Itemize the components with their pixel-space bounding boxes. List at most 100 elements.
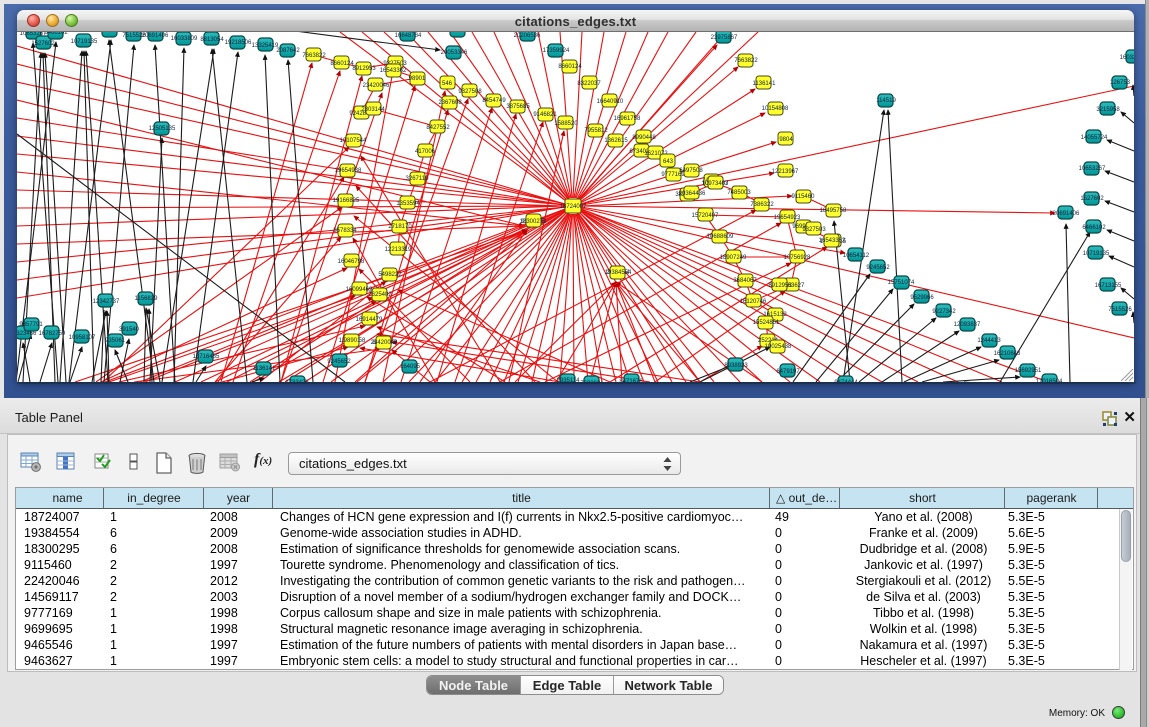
svg-text:8912953: 8912953 [768, 283, 792, 289]
svg-text:19166825: 19166825 [333, 198, 360, 204]
svg-text:8427552: 8427552 [426, 125, 450, 131]
svg-text:8660124: 8660124 [558, 64, 582, 70]
svg-text:391540: 391540 [119, 327, 140, 333]
svg-text:3215958: 3215958 [1096, 107, 1120, 113]
svg-text:16543362: 16543362 [380, 68, 407, 74]
svg-text:18907249: 18907249 [720, 255, 747, 261]
svg-text:13325419: 13325419 [252, 43, 279, 49]
svg-text:1156829: 1156829 [135, 296, 159, 302]
svg-text:1588520: 1588520 [554, 121, 578, 127]
svg-text:1244413: 1244413 [977, 338, 1001, 344]
svg-text:6466102: 6466102 [44, 32, 68, 36]
svg-text:18495758: 18495758 [820, 208, 847, 214]
svg-text:8578334: 8578334 [333, 228, 357, 234]
svg-text:16640910: 16640910 [597, 99, 624, 105]
svg-text:17359924: 17359924 [543, 48, 570, 54]
svg-text:10154808: 10154808 [762, 106, 789, 112]
svg-text:7632621: 7632621 [580, 381, 604, 382]
svg-text:9115460: 9115460 [792, 194, 816, 200]
svg-text:1362615: 1362615 [604, 138, 628, 144]
svg-text:5498222: 5498222 [378, 272, 402, 278]
svg-text:126753: 126753 [1110, 80, 1131, 86]
svg-text:7515526: 7515526 [1108, 307, 1132, 313]
svg-text:114519: 114519 [876, 98, 896, 104]
svg-text:18724007: 18724007 [560, 204, 587, 210]
svg-text:9227342: 9227342 [932, 309, 956, 315]
svg-text:3267110: 3267110 [406, 176, 430, 182]
svg-text:10025438: 10025438 [765, 344, 792, 350]
svg-text:12505135: 12505135 [149, 126, 176, 132]
svg-text:9327508: 9327508 [458, 89, 482, 95]
svg-text:14055724: 14055724 [1081, 135, 1108, 141]
svg-text:3684067: 3684067 [733, 278, 757, 284]
svg-text:1353594: 1353594 [396, 201, 420, 207]
svg-text:10688609: 10688609 [707, 234, 734, 240]
svg-text:1733426: 1733426 [285, 380, 309, 382]
svg-text:9245652: 9245652 [327, 359, 351, 365]
svg-text:6466102: 6466102 [1082, 225, 1106, 231]
svg-text:6479197: 6479197 [776, 369, 800, 375]
svg-text:10654112: 10654112 [843, 253, 870, 259]
svg-text:19218506: 19218506 [225, 40, 252, 46]
svg-text:20691406: 20691406 [142, 33, 169, 39]
svg-text:16713155: 16713155 [1095, 283, 1122, 289]
svg-text:7485003: 7485003 [727, 190, 751, 196]
svg-text:2803144: 2803144 [361, 107, 385, 113]
svg-text:8938923: 8938923 [724, 363, 748, 369]
svg-text:15692951: 15692951 [1015, 368, 1042, 374]
svg-text:6497508: 6497508 [679, 168, 703, 174]
svg-text:17016504: 17016504 [1036, 379, 1063, 382]
svg-text:10756928: 10756928 [784, 255, 811, 261]
svg-text:15524851: 15524851 [753, 320, 780, 326]
svg-text:16961758: 16961758 [614, 116, 641, 122]
svg-text:23420046: 23420046 [371, 340, 398, 346]
svg-text:20053346: 20053346 [441, 50, 468, 56]
svg-text:7386322: 7386322 [750, 202, 774, 208]
svg-text:9529966: 9529966 [910, 295, 934, 301]
svg-text:15751074: 15751074 [888, 280, 915, 286]
svg-text:7663822: 7663822 [734, 58, 758, 64]
svg-text:10958107: 10958107 [69, 335, 96, 341]
svg-text:9804: 9804 [779, 137, 793, 143]
svg-text:16713155: 16713155 [96, 32, 123, 34]
svg-text:643: 643 [663, 159, 674, 165]
svg-text:12213319: 12213319 [385, 247, 412, 253]
svg-text:10719135: 10719135 [71, 39, 98, 45]
svg-text:16782759: 16782759 [39, 331, 66, 337]
svg-text:10653267: 10653267 [1079, 166, 1106, 172]
svg-text:13716485: 13716485 [193, 354, 220, 360]
svg-text:9327503: 9327503 [802, 227, 826, 233]
svg-text:16120746: 16120746 [740, 299, 767, 305]
svg-text:9245652: 9245652 [866, 265, 890, 271]
svg-text:8454749: 8454749 [482, 98, 506, 104]
svg-text:12213967: 12213967 [772, 169, 799, 175]
svg-text:417006: 417006 [415, 149, 436, 155]
svg-text:20206536: 20206536 [514, 33, 541, 39]
svg-text:12342737: 12342737 [93, 299, 120, 305]
svg-text:7955812: 7955812 [584, 128, 608, 134]
svg-text:23420046: 23420046 [363, 83, 390, 89]
svg-text:23975867: 23975867 [711, 35, 738, 41]
svg-text:16543362: 16543362 [819, 238, 846, 244]
svg-text:935061: 935061 [105, 338, 126, 344]
svg-text:164095: 164095 [400, 364, 421, 370]
svg-text:8322037: 8322037 [577, 81, 601, 87]
svg-text:15720407: 15720407 [692, 213, 719, 219]
svg-text:19654938: 19654938 [335, 168, 362, 174]
svg-text:16914479: 16914479 [356, 317, 383, 323]
svg-text:8912953: 8912953 [352, 66, 376, 72]
svg-text:8990448: 8990448 [632, 135, 656, 141]
svg-text:16648784: 16648784 [395, 33, 422, 39]
svg-text:2087642: 2087642 [276, 48, 300, 54]
svg-text:9474444: 9474444 [834, 380, 858, 382]
svg-text:18300273: 18300273 [520, 219, 547, 225]
svg-text:12093837: 12093837 [954, 322, 981, 328]
svg-text:8471676: 8471676 [619, 379, 643, 382]
svg-text:2718170: 2718170 [388, 224, 412, 230]
svg-text:3875685: 3875685 [506, 104, 530, 110]
svg-text:1136141: 1136141 [753, 81, 777, 87]
svg-text:16046798: 16046798 [338, 259, 365, 265]
svg-text:20691406: 20691406 [1053, 211, 1080, 217]
svg-text:2935114: 2935114 [557, 378, 581, 382]
svg-text:7663822: 7663822 [302, 53, 326, 59]
